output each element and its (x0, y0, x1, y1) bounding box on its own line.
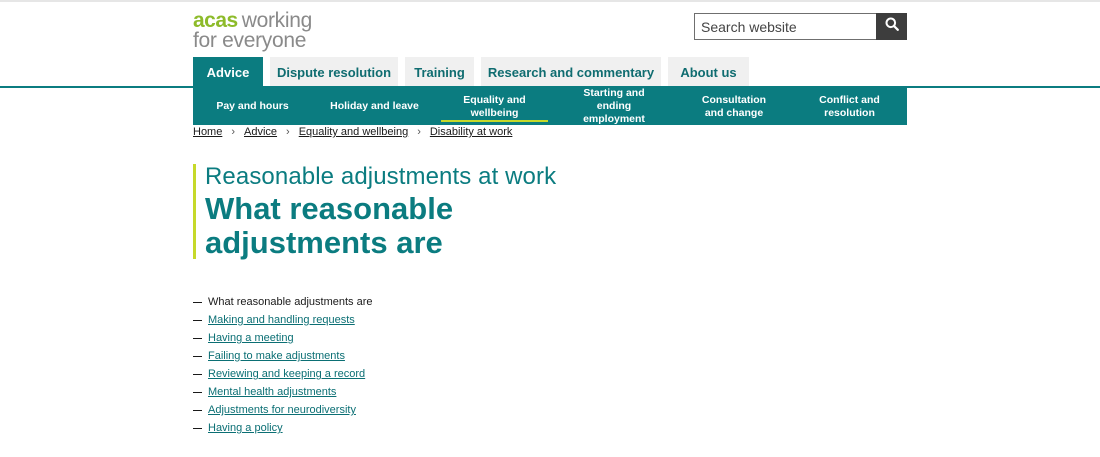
sub-nav-pay-and-hours[interactable]: Pay and hours (193, 88, 312, 125)
contents-item: Failing to make adjustments (193, 347, 372, 365)
contents-list: What reasonable adjustments are Making a… (193, 293, 372, 437)
sub-nav: Pay and hours Holiday and leave Equality… (193, 87, 907, 125)
chevron-right-icon: › (286, 126, 290, 138)
main-nav-dispute-resolution[interactable]: Dispute resolution (270, 57, 398, 87)
sub-nav-conflict-and-resolution[interactable]: Conflict and resolution (792, 88, 907, 125)
breadcrumb-disability-at-work[interactable]: Disability at work (430, 126, 513, 138)
dash-icon (193, 373, 202, 375)
contents-item: Having a policy (193, 419, 372, 437)
dash-icon (193, 337, 202, 339)
contents-link[interactable]: Mental health adjustments (208, 386, 336, 398)
logo-brand: acas (193, 9, 238, 32)
contents-item: Making and handling requests (193, 311, 372, 329)
contents-item: Adjustments for neurodiversity (193, 401, 372, 419)
main-nav-advice[interactable]: Advice (193, 57, 263, 87)
breadcrumb-equality-and-wellbeing[interactable]: Equality and wellbeing (299, 126, 408, 138)
main-nav-research-and-commentary[interactable]: Research and commentary (481, 57, 661, 87)
dash-icon (193, 409, 202, 411)
dash-icon (193, 319, 202, 321)
main-nav-training[interactable]: Training (405, 57, 474, 87)
contents-current: What reasonable adjustments are (208, 296, 373, 308)
sub-nav-holiday-and-leave[interactable]: Holiday and leave (312, 88, 437, 125)
dash-icon (193, 391, 202, 393)
search-input[interactable] (694, 13, 876, 40)
contents-item: What reasonable adjustments are (193, 293, 372, 311)
page-heading: Reasonable adjustments at work What reas… (193, 163, 557, 260)
breadcrumb-home[interactable]: Home (193, 126, 222, 138)
dash-icon (193, 355, 202, 357)
dash-icon (193, 301, 202, 303)
dash-icon (193, 427, 202, 429)
contents-item: Mental health adjustments (193, 383, 372, 401)
sub-nav-equality-and-wellbeing[interactable]: Equality and wellbeing (437, 88, 552, 125)
sub-nav-consultation-and-change[interactable]: Consultation and change (676, 88, 792, 125)
contents-link[interactable]: Having a policy (208, 422, 283, 434)
contents-link[interactable]: Adjustments for neurodiversity (208, 404, 356, 416)
search-button[interactable] (876, 13, 907, 40)
contents-link[interactable]: Failing to make adjustments (208, 350, 345, 362)
guide-title: Reasonable adjustments at work (205, 163, 557, 190)
top-border (0, 0, 1100, 2)
contents-link[interactable]: Making and handling requests (208, 314, 355, 326)
sub-nav-starting-and-ending-employment[interactable]: Starting and ending employment (552, 87, 676, 125)
main-nav: Advice Dispute resolution Training Resea… (193, 57, 756, 87)
search-icon (885, 17, 899, 36)
contents-link[interactable]: Having a meeting (208, 332, 294, 344)
search-form (694, 13, 907, 40)
chevron-right-icon: › (417, 126, 421, 138)
contents-link[interactable]: Reviewing and keeping a record (208, 368, 365, 380)
contents-item: Reviewing and keeping a record (193, 365, 372, 383)
main-nav-about-us[interactable]: About us (668, 57, 749, 87)
breadcrumb-advice[interactable]: Advice (244, 126, 277, 138)
breadcrumb: Home › Advice › Equality and wellbeing ›… (193, 125, 512, 139)
acas-logo[interactable]: acas working for everyone (193, 10, 312, 51)
page-title: What reasonable adjustments are (205, 191, 454, 260)
contents-item: Having a meeting (193, 329, 372, 347)
logo-tagline-line2: for everyone (193, 29, 307, 52)
chevron-right-icon: › (231, 126, 236, 138)
logo-tagline-line1: working (241, 9, 313, 32)
